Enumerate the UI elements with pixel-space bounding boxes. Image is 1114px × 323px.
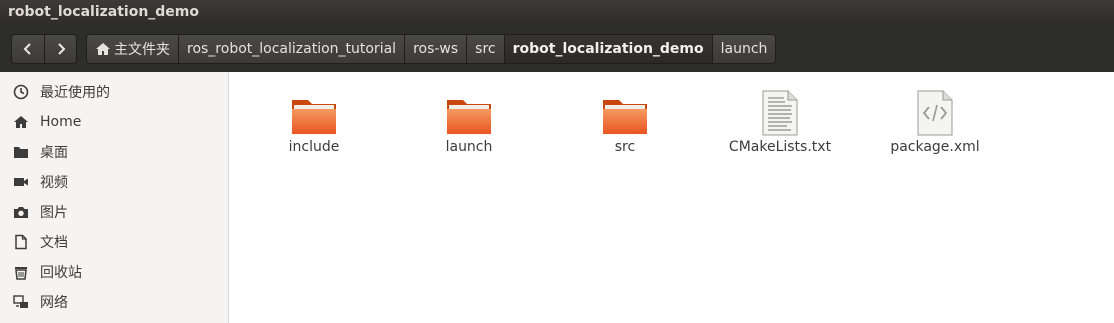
sidebar-item-desktop[interactable]: 桌面: [0, 137, 228, 167]
home-icon: [95, 42, 111, 56]
file-item-src[interactable]: src: [570, 86, 680, 155]
folder-icon: [447, 100, 491, 134]
chevron-right-icon: [57, 43, 65, 55]
file-item-launch[interactable]: launch: [414, 86, 524, 155]
home-icon: [12, 113, 30, 131]
file-item-include[interactable]: include: [259, 86, 369, 155]
breadcrumb-current[interactable]: robot_localization_demo: [503, 35, 712, 63]
folder-icon: [12, 143, 30, 161]
sidebar-item-home[interactable]: Home: [0, 107, 228, 137]
sidebar-item-label: 桌面: [40, 145, 68, 161]
sidebar-item-label: Home: [40, 114, 82, 130]
forward-button[interactable]: [44, 35, 76, 63]
sidebar-item-label: 图片: [40, 205, 68, 221]
sidebar: 最近使用的 Home 桌面 视频 图片 文档 回收站 网络: [0, 72, 229, 323]
sidebar-item-documents[interactable]: 文档: [0, 227, 228, 257]
breadcrumb-item[interactable]: ros-ws: [404, 35, 466, 63]
toolbar: 主文件夹 ros_robot_localization_tutorial ros…: [0, 24, 1114, 72]
sidebar-item-recent[interactable]: 最近使用的: [0, 77, 228, 107]
breadcrumb-item[interactable]: launch: [711, 35, 776, 63]
file-name: src: [614, 139, 636, 155]
file-item-cmakelists[interactable]: CMakeLists.txt: [725, 86, 835, 155]
document-icon: [12, 233, 30, 251]
video-icon: [12, 173, 30, 191]
sidebar-item-label: 网络: [40, 295, 68, 311]
xml-file-icon: [917, 90, 953, 136]
folder-icon: [603, 100, 647, 134]
history-nav: [11, 34, 77, 64]
breadcrumb-item[interactable]: ros_robot_localization_tutorial: [178, 35, 404, 63]
sidebar-item-label: 文档: [40, 235, 68, 251]
sidebar-item-pictures[interactable]: 图片: [0, 197, 228, 227]
sidebar-item-label: 最近使用的: [40, 85, 110, 101]
breadcrumb-label: 主文件夹: [114, 42, 170, 58]
folder-icon: [292, 100, 336, 134]
text-file-icon: [762, 90, 798, 136]
network-icon: [12, 293, 30, 311]
clock-icon: [12, 83, 30, 101]
sidebar-item-videos[interactable]: 视频: [0, 167, 228, 197]
sidebar-item-trash[interactable]: 回收站: [0, 257, 228, 287]
file-name: include: [288, 139, 340, 155]
chevron-left-icon: [23, 43, 31, 55]
sidebar-item-label: 回收站: [40, 265, 82, 281]
file-view: include launch src CMakeLists.txt packag…: [229, 72, 1114, 323]
trash-icon: [12, 263, 30, 281]
breadcrumb: 主文件夹 ros_robot_localization_tutorial ros…: [86, 34, 777, 64]
camera-icon: [12, 203, 30, 221]
breadcrumb-item[interactable]: src: [466, 35, 503, 63]
sidebar-item-label: 视频: [40, 175, 68, 191]
sidebar-item-network[interactable]: 网络: [0, 287, 228, 317]
file-name: package.xml: [890, 139, 980, 155]
back-button[interactable]: [12, 35, 44, 63]
file-name: CMakeLists.txt: [728, 139, 832, 155]
window-title: robot_localization_demo: [0, 0, 1114, 24]
breadcrumb-home[interactable]: 主文件夹: [87, 35, 178, 63]
file-name: launch: [445, 139, 493, 155]
file-item-package-xml[interactable]: package.xml: [880, 86, 990, 155]
